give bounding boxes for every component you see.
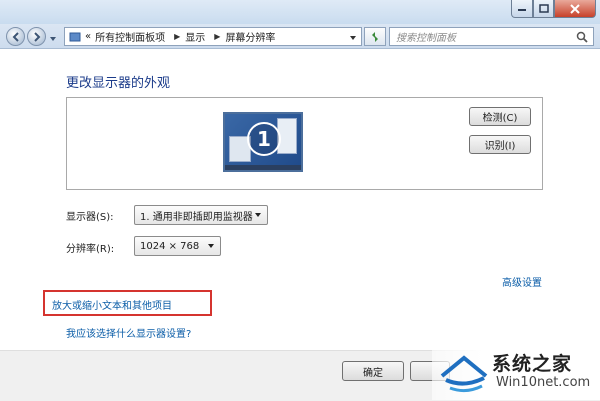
breadcrumb-separator-icon[interactable]: ▶ [214, 32, 220, 41]
minimize-button[interactable] [511, 0, 533, 18]
control-panel-icon [69, 32, 81, 41]
breadcrumb-all-items[interactable]: 所有控制面板项 [95, 29, 165, 44]
arrow-left-icon [12, 31, 19, 42]
address-dropdown[interactable] [349, 33, 357, 44]
search-icon[interactable] [576, 31, 588, 43]
chevron-down-icon [255, 213, 261, 217]
which-settings-link[interactable]: 我应该选择什么显示器设置? [66, 325, 191, 340]
enlarge-text-link[interactable]: 放大或缩小文本和其他项目 [52, 297, 172, 312]
breadcrumb-separator-icon[interactable]: ▶ [174, 32, 180, 41]
search-placeholder: 搜索控制面板 [396, 33, 456, 44]
arrow-right-icon [33, 31, 40, 42]
resolution-label: 分辨率(R): [66, 244, 115, 255]
watermark-title: 系统之家 [492, 353, 573, 375]
display-label: 显示器(S): [66, 212, 114, 223]
taskbar-thumbnail [225, 165, 301, 170]
close-icon [570, 3, 580, 14]
refresh-button[interactable] [364, 27, 386, 46]
monitor-thumbnail[interactable]: 1 [223, 112, 303, 172]
history-dropdown[interactable] [49, 32, 57, 45]
breadcrumb-display[interactable]: 显示 [185, 29, 205, 44]
breadcrumb-resolution[interactable]: 屏幕分辨率 [225, 29, 275, 44]
title-bar [0, 0, 600, 24]
page-title: 更改显示器的外观 [66, 76, 171, 91]
identify-button[interactable]: 识别(I) [469, 135, 531, 154]
display-select[interactable]: 1. 通用非即插即用监视器 [134, 205, 268, 225]
navigation-bar: « 所有控制面板项 ▶ 显示 ▶ 屏幕分辨率 搜索控制面板 [0, 24, 600, 49]
display-select-value: 1. 通用非即插即用监视器 [140, 211, 253, 223]
house-logo-icon [440, 355, 488, 393]
minimize-icon [518, 8, 526, 11]
chevron-down-icon [350, 36, 356, 40]
resolution-select[interactable]: 1024 × 768 [134, 236, 221, 256]
close-button[interactable] [554, 0, 596, 18]
chevron-down-icon [208, 244, 214, 248]
forward-button[interactable] [27, 27, 46, 46]
advanced-settings-link[interactable]: 高级设置 [502, 274, 542, 289]
address-prefix: « [85, 31, 92, 42]
maximize-button[interactable] [533, 0, 554, 18]
resolution-select-value: 1024 × 768 [140, 240, 200, 252]
detect-button[interactable]: 检测(C) [469, 107, 531, 126]
monitor-number: 1 [247, 122, 281, 156]
chevron-down-icon [50, 37, 56, 41]
watermark: 系统之家 Win10net.com [432, 344, 600, 400]
address-bar[interactable]: « 所有控制面板项 ▶ 显示 ▶ 屏幕分辨率 [64, 27, 362, 46]
watermark-url: Win10net.com [496, 375, 591, 390]
search-box[interactable]: 搜索控制面板 [389, 27, 594, 46]
ok-button[interactable]: 确定 [342, 361, 404, 381]
back-button[interactable] [6, 27, 25, 46]
maximize-icon [538, 4, 549, 13]
refresh-icon [372, 31, 378, 42]
